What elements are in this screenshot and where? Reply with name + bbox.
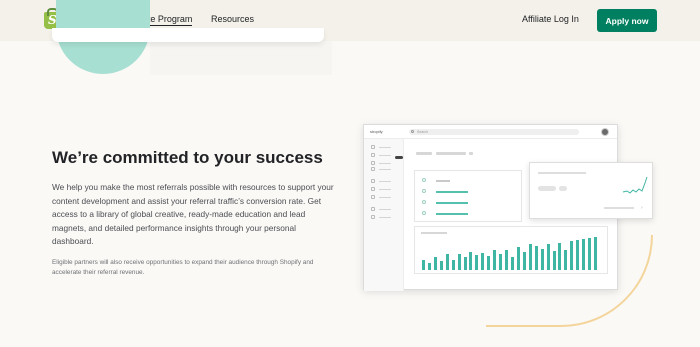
card-pill	[559, 186, 567, 191]
list-item-icon	[422, 211, 426, 215]
title-bar	[469, 152, 473, 155]
bar	[505, 249, 509, 270]
sidebar-row	[371, 167, 397, 172]
sidebar-row	[371, 153, 397, 158]
section-heading: We’re committed to your success	[52, 148, 323, 167]
sidebar-row-label	[379, 154, 391, 156]
sidebar-row	[371, 215, 397, 220]
card-heading-bar	[421, 232, 447, 234]
list-item-icon	[422, 200, 426, 204]
bar	[493, 250, 497, 270]
bar	[564, 250, 568, 270]
bar	[570, 240, 574, 270]
dashboard-list-card	[414, 170, 522, 222]
sidebar-row-icon	[371, 153, 375, 157]
dashboard-line-card: ›	[529, 162, 653, 219]
bar	[594, 237, 598, 270]
list-item	[422, 189, 512, 195]
sidebar-row-icon	[371, 167, 375, 171]
dashboard-topbar: shopify Search	[364, 125, 617, 139]
sidebar-row-icon	[371, 179, 375, 183]
bar	[576, 239, 580, 270]
sidebar-row-label	[379, 216, 391, 218]
sidebar-row-icon	[371, 195, 375, 199]
bar	[487, 256, 491, 270]
dashboard-search-label: Search	[417, 130, 429, 134]
bar	[511, 257, 514, 270]
sidebar-active-pill	[395, 156, 403, 159]
card-pill	[538, 186, 556, 191]
sidebar-row	[371, 207, 397, 212]
bar	[558, 242, 562, 270]
list-item-bar	[436, 191, 468, 193]
sidebar-row-icon	[371, 207, 375, 211]
sidebar-row-icon	[371, 145, 375, 149]
dashboard-bar-card	[414, 226, 608, 274]
sidebar-row-label	[379, 146, 391, 148]
section-body: We help you make the most referrals poss…	[52, 182, 334, 247]
list-item-icon	[422, 189, 426, 193]
bar	[451, 260, 455, 270]
bar	[528, 243, 532, 270]
sidebar-row-icon	[371, 187, 375, 191]
list-item	[422, 211, 512, 217]
dashboard-logo: shopify	[370, 129, 383, 134]
decorative-strip	[150, 41, 332, 75]
bar	[422, 260, 425, 270]
bar	[433, 257, 437, 270]
avatar	[601, 128, 609, 136]
bar	[445, 254, 449, 270]
title-bar	[416, 152, 432, 155]
bar	[582, 238, 586, 270]
bar	[481, 252, 485, 270]
bar	[588, 237, 592, 270]
bar	[534, 246, 538, 270]
title-bar	[436, 152, 466, 155]
bar	[439, 260, 443, 270]
sidebar-row	[371, 195, 397, 200]
section-note: Eligible partners will also receive oppo…	[52, 259, 314, 276]
bar	[469, 251, 473, 270]
sidebar-row-icon	[371, 161, 375, 165]
decorative-card	[52, 28, 324, 42]
sidebar-row	[371, 187, 397, 192]
search-icon	[411, 130, 414, 133]
card-footer-bar	[604, 207, 634, 209]
sidebar-row-label	[379, 196, 391, 198]
list-item-bar	[436, 213, 468, 215]
sparkline	[622, 176, 648, 194]
bar	[457, 253, 461, 270]
chevron-right-icon: ›	[641, 205, 643, 211]
bar	[546, 244, 550, 270]
bar	[475, 255, 479, 270]
sidebar-row-label	[379, 180, 391, 182]
bar	[463, 256, 467, 270]
sidebar-row-label	[379, 188, 391, 190]
dashboard-sidebar	[364, 139, 404, 291]
sidebar-row-label	[379, 208, 391, 210]
list-item-icon	[422, 178, 426, 182]
bar	[499, 253, 503, 270]
sidebar-row-label	[379, 162, 391, 164]
card-heading-bar	[538, 172, 586, 174]
sidebar-row	[371, 179, 397, 184]
dashboard-search: Search	[409, 129, 579, 135]
bar	[522, 251, 526, 270]
sidebar-row-label	[379, 168, 391, 170]
bar	[516, 246, 520, 270]
bar	[427, 262, 431, 270]
list-item-bar	[436, 202, 468, 204]
list-item	[422, 200, 512, 206]
affiliate-login-link[interactable]: Affiliate Log In	[522, 14, 579, 24]
bar-chart	[422, 237, 600, 270]
sidebar-row-icon	[371, 215, 375, 219]
sidebar-row	[371, 161, 397, 166]
apply-now-button[interactable]: Apply now	[597, 9, 657, 32]
nav-resources[interactable]: Resources	[211, 14, 254, 24]
bar	[540, 248, 544, 270]
bar	[552, 250, 556, 270]
sidebar-row	[371, 145, 397, 150]
list-item-bar	[436, 180, 450, 182]
list-item	[422, 178, 512, 184]
